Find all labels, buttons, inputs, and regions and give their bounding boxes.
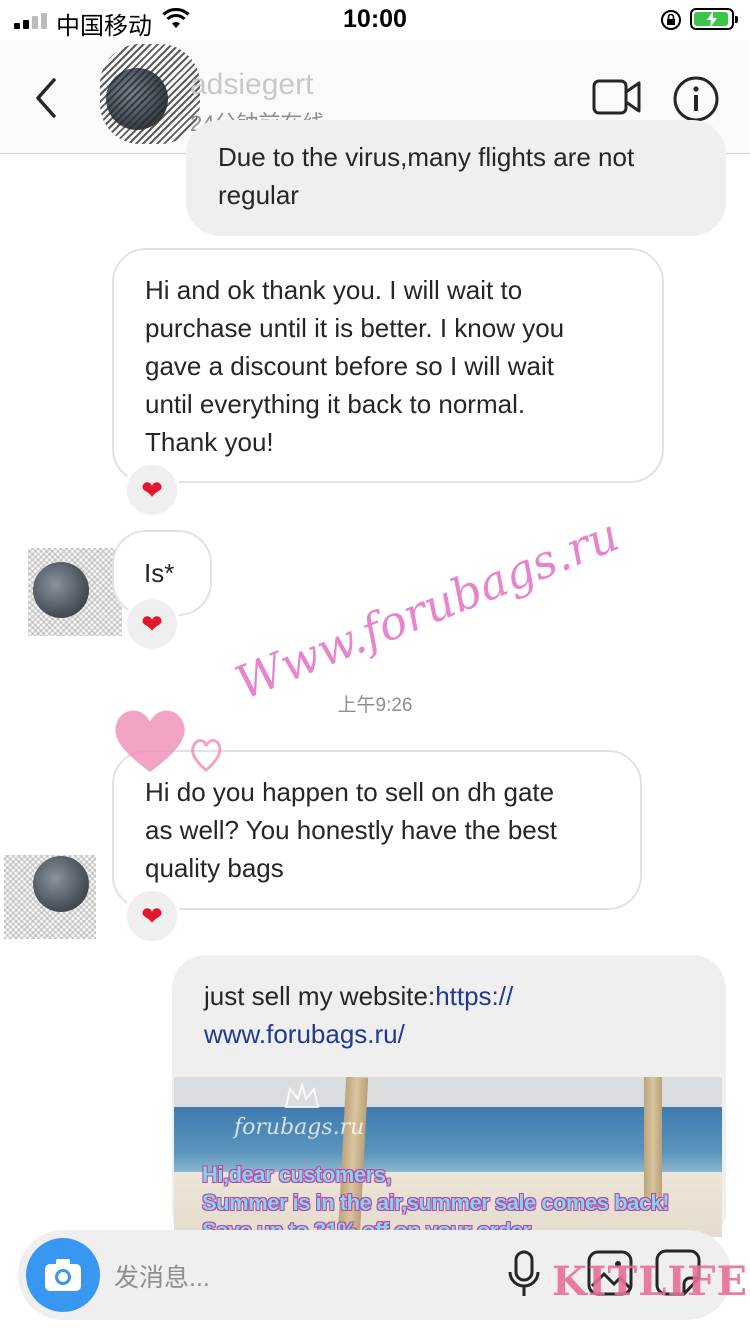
contact-username[interactable]: adsiegert bbox=[190, 68, 313, 102]
redaction-scribble bbox=[100, 44, 200, 144]
website-watermark: Www.forubags.ru bbox=[228, 507, 627, 711]
message-input[interactable]: 发消息... bbox=[114, 1258, 210, 1294]
promo-line: Summer is in the air,summer sale comes b… bbox=[202, 1190, 670, 1215]
camera-icon bbox=[45, 1259, 81, 1291]
message-bubble-incoming[interactable]: Hi and ok thank you. I will wait to purc… bbox=[112, 248, 664, 483]
message-text: Due to the virus,many flights are not re… bbox=[218, 142, 635, 210]
info-icon[interactable] bbox=[672, 75, 720, 123]
sender-avatar[interactable] bbox=[33, 562, 89, 618]
promo-line: Hi,dear customers, bbox=[202, 1162, 392, 1187]
crown-icon bbox=[284, 1083, 320, 1108]
preview-promo-text: Hi,dear customers, Summer is in the air,… bbox=[202, 1161, 670, 1237]
message-text: Hi and ok thank you. I will wait to purc… bbox=[145, 275, 565, 457]
heart-reaction[interactable]: ❤ bbox=[124, 462, 180, 518]
message-text-prefix: just sell my website: bbox=[204, 981, 436, 1011]
message-bubble-outgoing[interactable]: Due to the virus,many flights are not re… bbox=[186, 120, 726, 236]
heart-reaction[interactable]: ❤ bbox=[124, 596, 180, 652]
video-call-icon[interactable] bbox=[592, 78, 642, 116]
rotation-lock-icon bbox=[661, 10, 681, 30]
message-text: Is* bbox=[144, 558, 175, 588]
status-bar: 中国移动 10:00 bbox=[0, 0, 750, 40]
camera-button[interactable] bbox=[26, 1238, 100, 1312]
microphone-icon[interactable] bbox=[506, 1248, 542, 1302]
message-text: Hi do you happen to sell on dh gate as w… bbox=[145, 777, 557, 883]
message-text: just sell my website:https:// www.foruba… bbox=[204, 977, 694, 1053]
heart-watermark-icon bbox=[115, 710, 222, 772]
preview-brand: forubags.ru bbox=[234, 1115, 365, 1140]
status-time: 10:00 bbox=[343, 5, 407, 33]
sender-avatar[interactable] bbox=[33, 856, 89, 912]
heart-reaction[interactable]: ❤ bbox=[124, 888, 180, 944]
battery-icon bbox=[690, 8, 738, 30]
back-chevron-icon[interactable] bbox=[30, 76, 60, 120]
corner-watermark: KITLIFE bbox=[552, 1258, 748, 1305]
link-preview-image[interactable]: forubags.ru Hi,dear customers, Summer is… bbox=[174, 1077, 722, 1237]
